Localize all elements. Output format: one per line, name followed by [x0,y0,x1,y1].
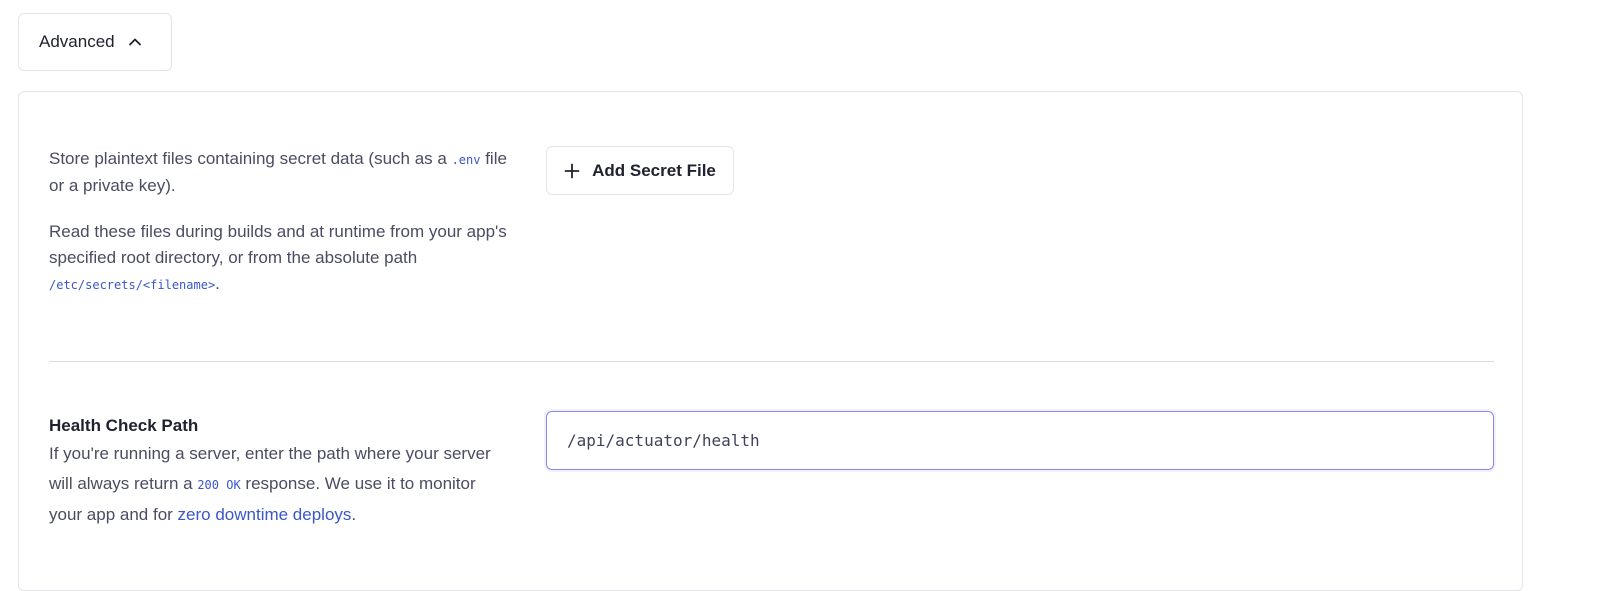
secret-desc-text-2-end: . [215,274,220,293]
zero-downtime-deploys-link[interactable]: zero downtime deploys [178,505,352,524]
secret-files-description: Store plaintext files containing secret … [49,146,509,298]
health-desc-text-end: . [351,505,357,524]
health-check-title: Health Check Path [49,416,199,435]
secret-files-desc-paragraph-1: Store plaintext files containing secret … [49,146,509,199]
add-secret-file-label: Add Secret File [592,160,716,180]
secret-desc-text: Store plaintext files containing secret … [49,149,452,168]
secrets-path-code: /etc/secrets/<filename> [49,278,216,292]
advanced-toggle-label: Advanced [39,32,115,51]
advanced-panel: Store plaintext files containing secret … [18,91,1523,591]
advanced-toggle-button[interactable]: Advanced [18,13,172,71]
secret-desc-text-2: Read these files during builds and at ru… [49,222,507,267]
plus-icon [564,163,580,179]
health-check-help-text: If you're running a server, enter the pa… [49,439,509,530]
env-code: .env [451,153,481,167]
status-code: 200 OK [197,478,241,492]
add-secret-file-button[interactable]: Add Secret File [546,146,734,195]
health-check-path-input[interactable] [546,411,1494,470]
health-check-description: Health Check Path If you're running a se… [49,413,509,530]
chevron-up-icon [127,34,143,50]
secret-files-desc-paragraph-2: Read these files during builds and at ru… [49,219,509,298]
section-divider [49,361,1494,362]
